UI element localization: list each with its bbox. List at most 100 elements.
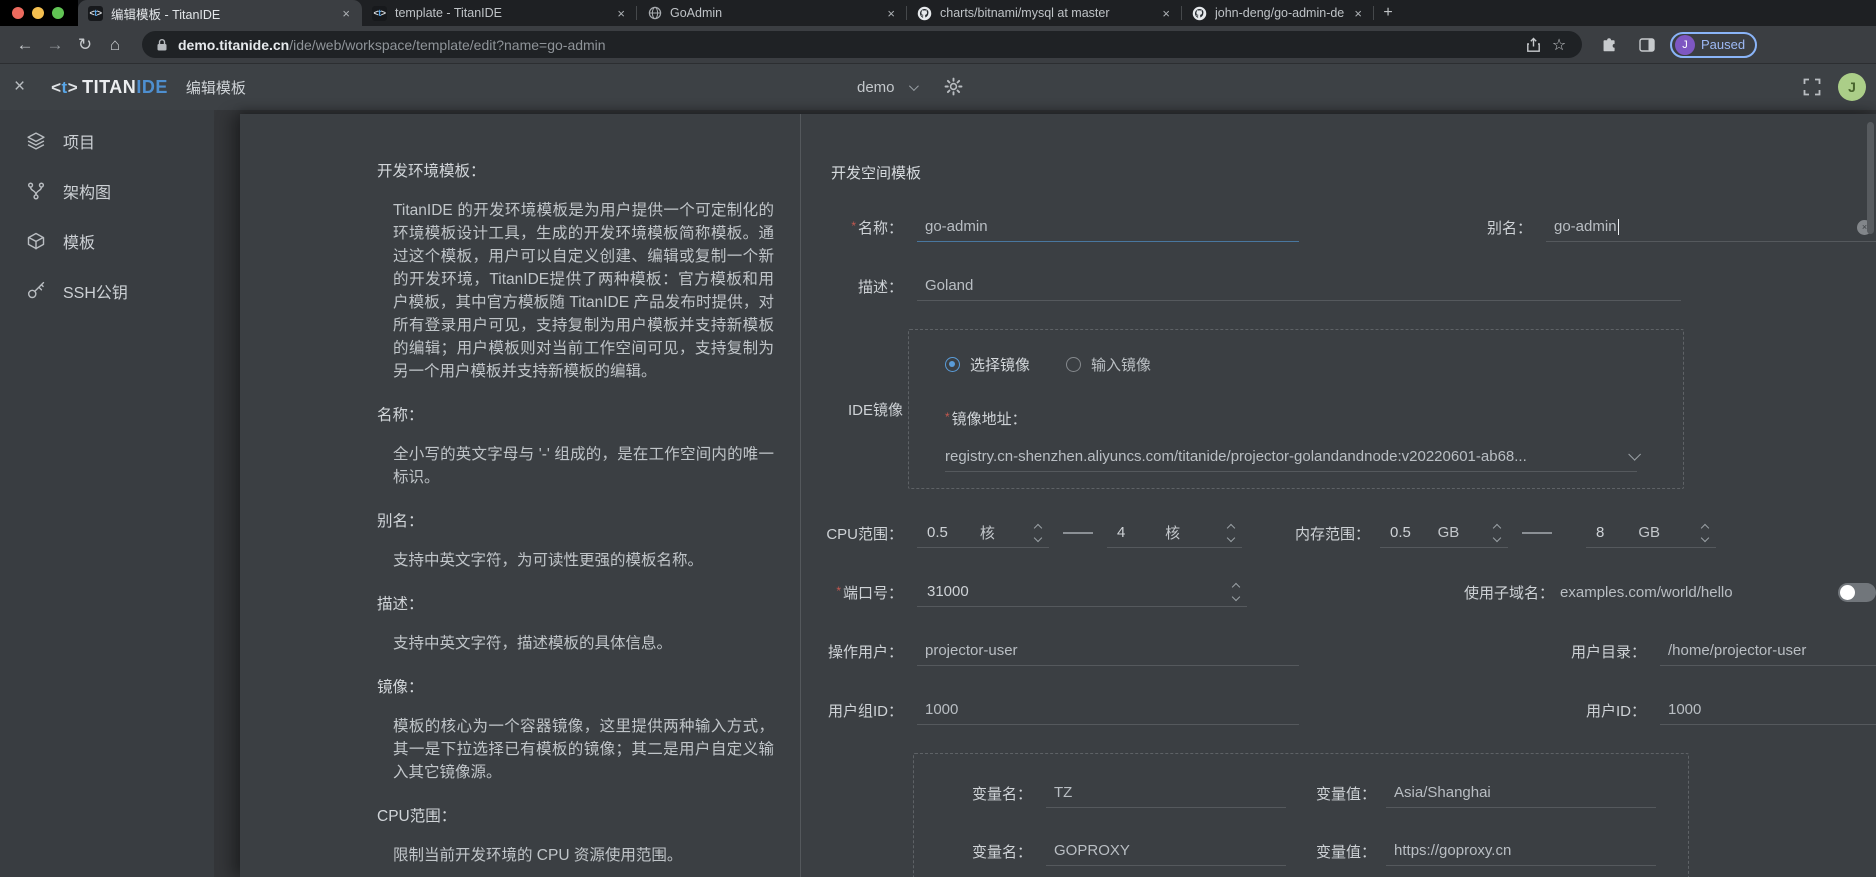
required-asterisk: * (945, 410, 950, 424)
name-input[interactable]: go-admin (917, 212, 1299, 242)
stepper-icon[interactable] (1490, 521, 1506, 545)
alias-input[interactable]: go-admin × (1546, 212, 1876, 242)
chevron-down-icon (1628, 448, 1641, 461)
back-icon[interactable]: ← (10, 30, 40, 60)
subdomain-label: 使用子域名： (1464, 582, 1554, 603)
lock-icon (156, 38, 168, 52)
required-asterisk: * (851, 219, 856, 233)
radio-input-image[interactable]: 输入镜像 (1066, 354, 1151, 375)
browser-tab-strip: <t> 编辑模板 - TitanIDE × <t> template - Tit… (0, 0, 1876, 26)
content-panel: 开发环境模板： TitanIDE 的开发环境模板是为用户提供一个可定制化的环境模… (240, 114, 1876, 877)
group-id-label: 用户组ID： (811, 700, 903, 721)
sidebar-item-projects[interactable]: 项目 (0, 116, 214, 166)
description-input[interactable]: Goland (917, 271, 1681, 301)
profile-chip[interactable]: J Paused (1670, 32, 1757, 58)
close-window-button[interactable] (12, 7, 24, 19)
memory-min-input[interactable]: 0.5 GB (1380, 518, 1508, 548)
tab-close-icon[interactable]: × (613, 7, 629, 20)
url-text: demo.titanide.cn/ide/web/workspace/templ… (178, 37, 1520, 53)
tab-close-icon[interactable]: × (1350, 7, 1366, 20)
scrollbar-thumb[interactable] (1867, 122, 1874, 234)
env-name-label: 变量名： (972, 783, 1032, 804)
help-heading: 别名： (377, 510, 774, 534)
stepper-icon[interactable] (1698, 521, 1714, 545)
tab-title: template - TitanIDE (395, 6, 607, 20)
help-section: 名称： 全小写的英文字母与 '-' 组成的，是在工作空间内的唯一标识。 (377, 404, 774, 489)
bookmark-star-icon[interactable]: ☆ (1546, 32, 1572, 58)
port-label: *端口号： (811, 582, 903, 603)
subdomain-toggle[interactable] (1838, 583, 1876, 602)
zoom-window-button[interactable] (52, 7, 64, 19)
radio-select-image[interactable]: 选择镜像 (945, 354, 1030, 375)
tab-close-icon[interactable]: × (338, 7, 354, 20)
env-value-label: 变量值： (1316, 841, 1376, 862)
user-dir-input[interactable]: /home/projector-user (1660, 636, 1876, 666)
cube-icon (26, 231, 46, 251)
stepper-icon[interactable] (1229, 580, 1245, 604)
tab-close-icon[interactable]: × (883, 7, 899, 20)
toggle-knob (1840, 585, 1855, 600)
browser-tab[interactable]: <t> template - TitanIDE × (362, 0, 637, 26)
minimize-window-button[interactable] (32, 7, 44, 19)
user-id-input[interactable]: 1000 (1660, 695, 1876, 725)
branch-icon (26, 181, 46, 201)
share-icon[interactable] (1520, 32, 1546, 58)
tab-close-icon[interactable]: × (1158, 7, 1174, 20)
stepper-icon[interactable] (1031, 521, 1047, 545)
reload-icon[interactable]: ↻ (70, 30, 100, 60)
memory-max-input[interactable]: 8 GB (1586, 518, 1716, 548)
github-favicon (917, 6, 932, 21)
op-user-label: 操作用户： (811, 641, 903, 662)
cpu-min-input[interactable]: 0.5 核 (917, 518, 1049, 548)
app-body: 项目 架构图 模板 (0, 110, 1876, 877)
env-name-input[interactable]: TZ (1046, 778, 1286, 808)
cpu-max-input[interactable]: 4 核 (1107, 518, 1242, 548)
page-title: 编辑模板 (186, 77, 246, 98)
sidebar-item-templates[interactable]: 模板 (0, 216, 214, 266)
url-bar[interactable]: demo.titanide.cn/ide/web/workspace/templ… (142, 31, 1582, 58)
browser-tab-active[interactable]: <t> 编辑模板 - TitanIDE × (78, 0, 362, 26)
window-controls (0, 0, 78, 26)
name-label: *名称： (811, 217, 903, 238)
home-icon[interactable]: ⌂ (100, 30, 130, 60)
cpu-range-label: CPU范围： (811, 523, 903, 544)
browser-tab[interactable]: john-deng/go-admin-demo × (1182, 0, 1374, 26)
browser-tab[interactable]: charts/bitnami/mysql at master × (907, 0, 1182, 26)
tab-title: GoAdmin (670, 6, 877, 20)
group-id-input[interactable]: 1000 (917, 695, 1299, 725)
user-avatar[interactable]: J (1838, 73, 1866, 101)
fullscreen-icon[interactable] (1802, 77, 1822, 97)
sidebar-item-ssh-keys[interactable]: SSH公钥 (0, 266, 214, 316)
help-section: 别名： 支持中英文字符，为可读性更强的模板名称。 (377, 510, 774, 572)
template-form: 开发空间模板 *名称： go-admin 别名： go-admin × (801, 114, 1876, 877)
workspace-name: demo (857, 79, 895, 96)
stepper-icon[interactable] (1224, 521, 1240, 545)
sidebar-item-label: 项目 (63, 129, 95, 153)
help-body: 支持中英文字符，为可读性更强的模板名称。 (393, 549, 774, 572)
env-value-input[interactable]: https://goproxy.cn (1386, 836, 1656, 866)
browser-tab[interactable]: GoAdmin × (637, 0, 907, 26)
alias-label: 别名： (1484, 217, 1532, 238)
sidebar: 项目 架构图 模板 (0, 110, 214, 877)
help-heading: 开发环境模板： (377, 160, 774, 184)
settings-gear-icon[interactable] (944, 77, 963, 96)
image-address-select[interactable]: registry.cn-shenzhen.aliyuncs.com/titani… (945, 442, 1637, 472)
help-body: TitanIDE 的开发环境模板是为用户提供一个可定制化的环境模板设计工具，生成… (393, 199, 774, 383)
workspace-selector[interactable]: demo (857, 79, 916, 96)
help-section: 开发环境模板： TitanIDE 的开发环境模板是为用户提供一个可定制化的环境模… (377, 160, 774, 383)
env-vars-section: 变量名： TZ 变量值： Asia/Shanghai 变量名： GOPROXY … (913, 753, 1689, 877)
env-name-input[interactable]: GOPROXY (1046, 836, 1286, 866)
layers-icon (26, 131, 46, 151)
env-value-input[interactable]: Asia/Shanghai (1386, 778, 1656, 808)
side-panel-icon[interactable] (1632, 30, 1662, 60)
description-label: 描述： (811, 276, 903, 297)
help-body: 支持中英文字符，描述模板的具体信息。 (393, 632, 774, 655)
new-tab-button[interactable]: + (1374, 0, 1402, 26)
op-user-input[interactable]: projector-user (917, 636, 1299, 666)
close-icon[interactable]: × (14, 76, 25, 98)
sidebar-item-label: SSH公钥 (63, 279, 128, 303)
extensions-puzzle-icon[interactable] (1594, 30, 1624, 60)
port-input[interactable]: 31000 (917, 577, 1247, 607)
sidebar-item-architecture[interactable]: 架构图 (0, 166, 214, 216)
forward-icon[interactable]: → (40, 30, 70, 60)
